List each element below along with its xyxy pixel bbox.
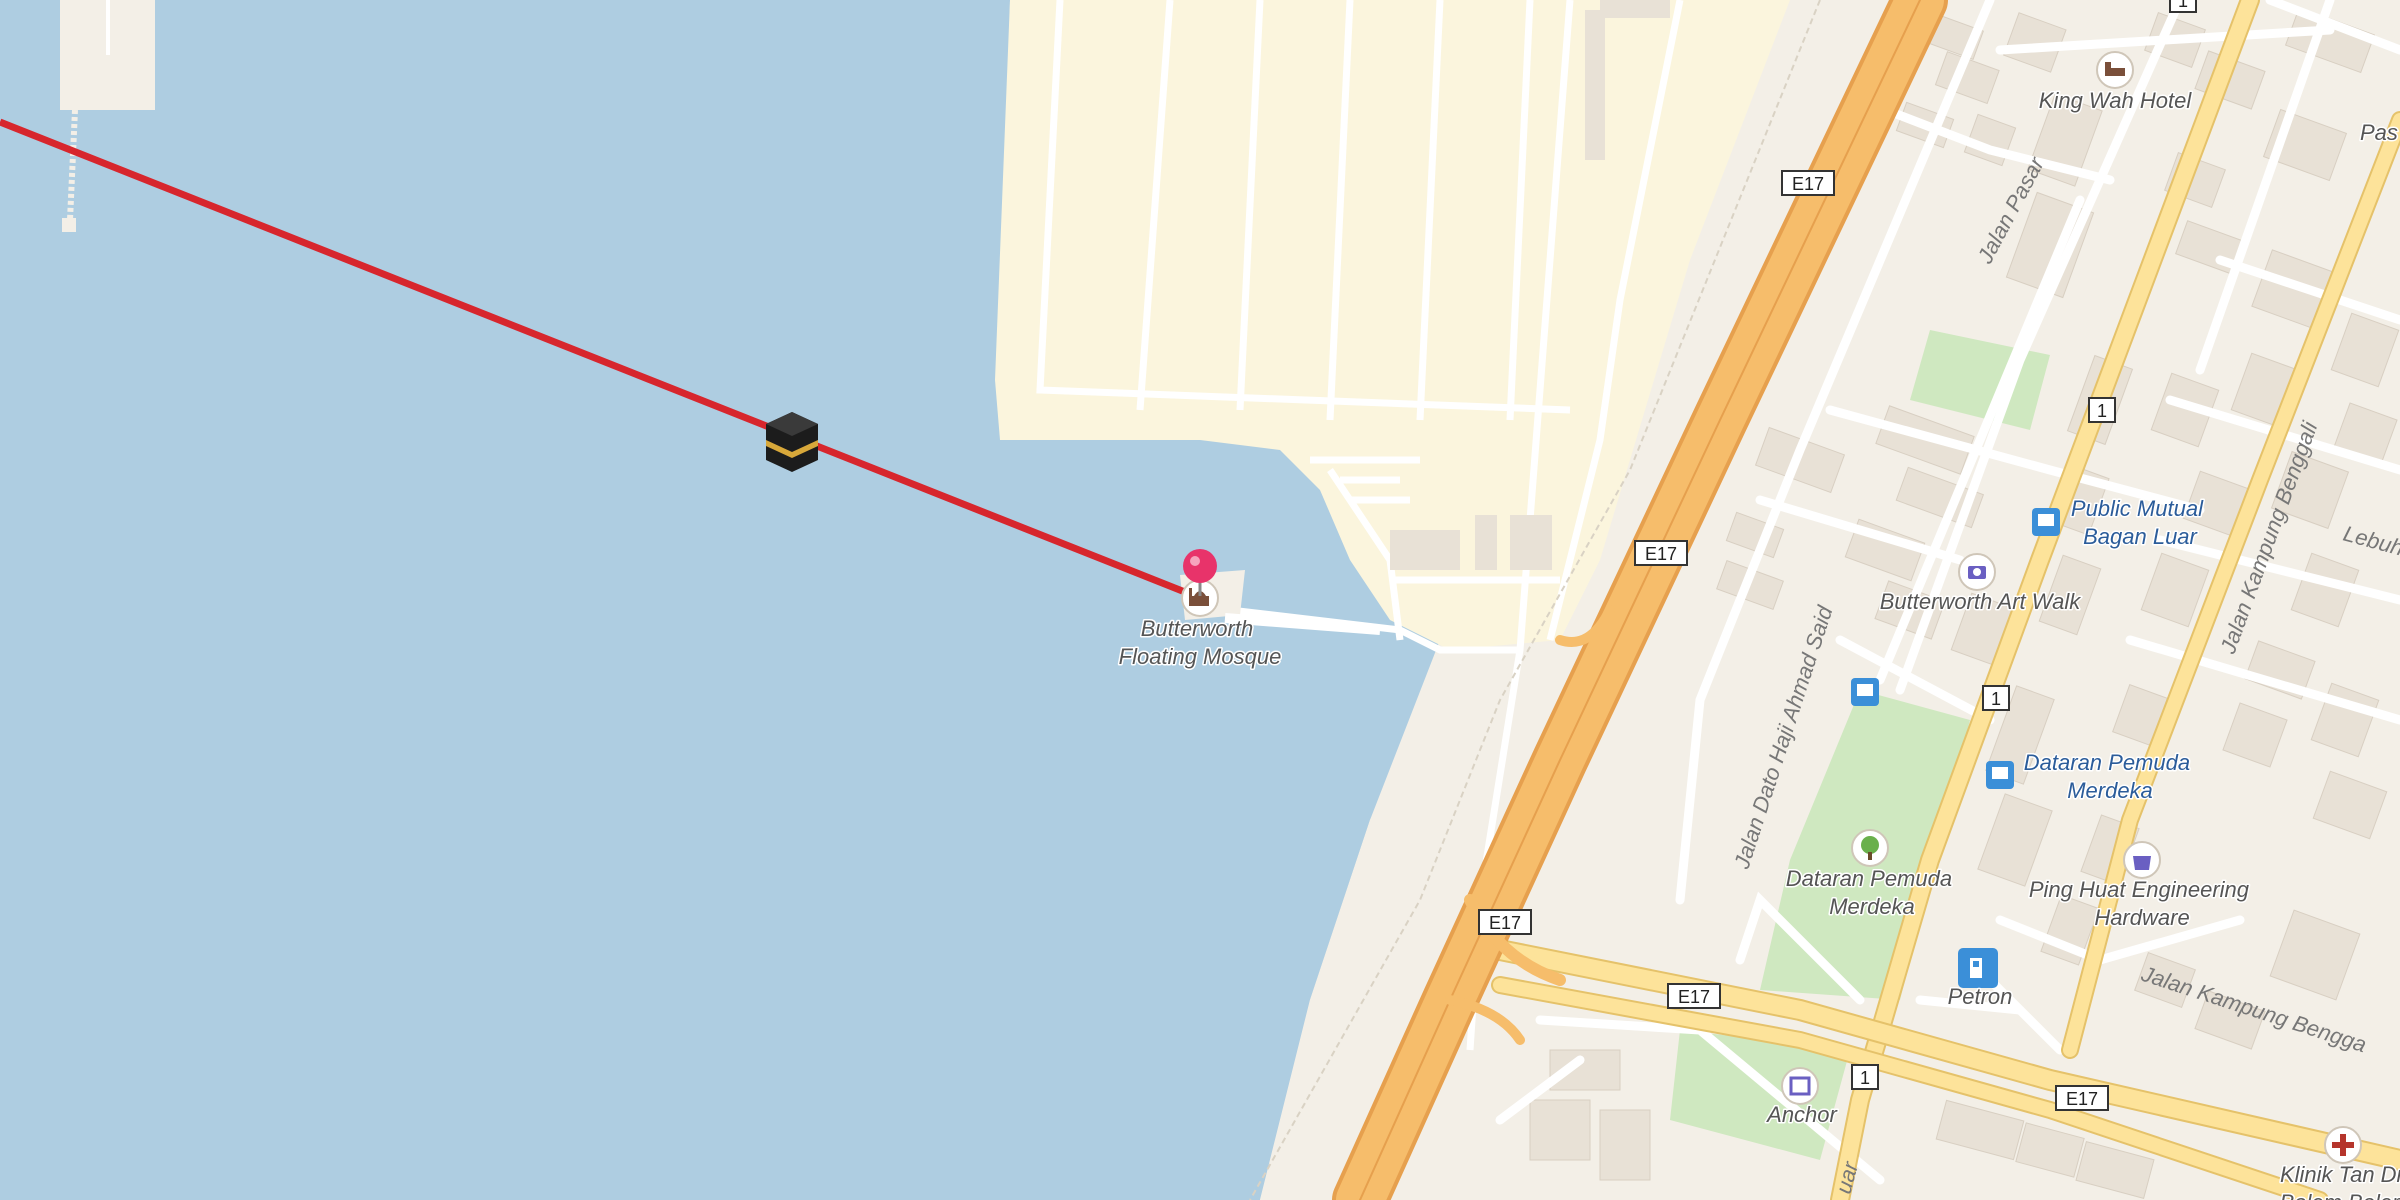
e17-shield: E17 (2055, 1085, 2109, 1111)
route-1-shield: 1 (2088, 397, 2116, 423)
svg-text:1: 1 (1991, 689, 2001, 709)
e17-shield: E17 (1634, 540, 1688, 566)
route-1-shield: 1 (1851, 1064, 1879, 1090)
poi-label-clinic: Klinik Tan Dr Bolem Bolem (2280, 1162, 2400, 1200)
bus-stop-icon-3[interactable] (1986, 761, 2014, 789)
poi-label-pas: Pas (2360, 120, 2398, 145)
poi-label-hotel: King Wah Hotel (2039, 88, 2193, 113)
route-1-shield: 1 (1982, 685, 2010, 711)
svg-text:1: 1 (1860, 1068, 1870, 1088)
pier-end (62, 218, 76, 232)
poi-label-petrol: Petron (1948, 984, 2013, 1009)
kaaba-icon[interactable] (766, 412, 818, 472)
poi-label-mosque-line2: Floating Mosque (1119, 644, 1282, 669)
e17-shield: E17 (1667, 983, 1721, 1009)
shopping-bag-icon[interactable] (2123, 841, 2161, 879)
route-1-shield: 1 (2169, 0, 2197, 13)
e17-shield: E17 (1478, 909, 1532, 935)
bus-stop-icon-2[interactable] (1851, 678, 1879, 706)
poi-label-mosque-line1: Butterworth (1141, 616, 1254, 641)
clinic-icon[interactable] (2324, 1126, 2362, 1164)
fuel-station-icon[interactable] (1958, 948, 1998, 988)
bus-stop-icon[interactable] (2032, 508, 2060, 536)
svg-text:E17: E17 (1645, 544, 1677, 564)
monument-icon[interactable] (1781, 1067, 1819, 1105)
svg-text:E17: E17 (1489, 913, 1521, 933)
poi-label-artwalk: Butterworth Art Walk (1880, 589, 2082, 614)
map-canvas[interactable]: E17 E17 E17 E17 E17 1 1 1 1 Jalan Pasar … (0, 0, 2400, 1200)
poi-label-anchor: Anchor (1765, 1102, 1838, 1127)
svg-text:1: 1 (2097, 401, 2107, 421)
svg-text:1: 1 (2178, 0, 2188, 11)
svg-text:E17: E17 (2066, 1089, 2098, 1109)
svg-text:E17: E17 (1678, 987, 1710, 1007)
camera-icon[interactable] (1958, 553, 1996, 591)
hotel-icon[interactable] (2096, 51, 2134, 89)
e17-shield: E17 (1781, 170, 1835, 196)
svg-text:E17: E17 (1792, 174, 1824, 194)
tree-icon[interactable] (1851, 829, 1889, 867)
